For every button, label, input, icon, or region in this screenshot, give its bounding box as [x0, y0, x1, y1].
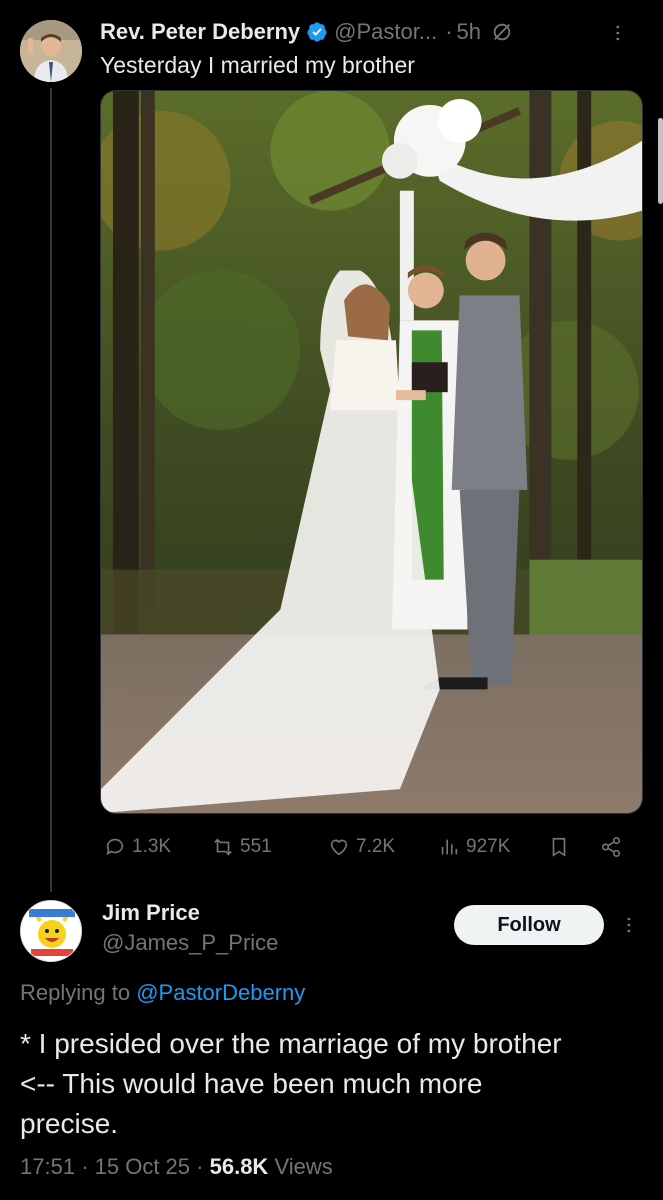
- reply-button[interactable]: 1.3K: [104, 836, 171, 858]
- author-handle[interactable]: @Pastor...: [334, 19, 437, 45]
- reply-more-options-icon[interactable]: ···: [615, 915, 643, 933]
- meta-separator: ·: [196, 1154, 204, 1179]
- meta-separator: ·: [81, 1154, 89, 1179]
- like-count: 7.2K: [356, 836, 396, 857]
- views-count: 927K: [466, 836, 511, 857]
- views-button[interactable]: 927K: [438, 836, 510, 858]
- reply-author-handle[interactable]: @James_P_Price: [102, 930, 278, 956]
- separator-dot: ·: [445, 19, 453, 44]
- replying-prefix: Replying to: [20, 980, 131, 1005]
- share-icon: [601, 837, 621, 857]
- bookmark-icon: [552, 837, 566, 857]
- wedding-photo: [101, 91, 642, 813]
- repost-button[interactable]: 551: [212, 836, 272, 858]
- reply-count: 1.3K: [132, 836, 172, 857]
- post-action-bar: 1.3K 551 7.2K 927K: [100, 830, 645, 864]
- post-text: Yesterday I married my brother: [100, 52, 415, 78]
- repost-icon: [214, 838, 232, 856]
- follow-button[interactable]: Follow: [454, 905, 604, 945]
- reply-text: * I presided over the marriage of my bro…: [20, 1028, 562, 1139]
- replying-to-link[interactable]: @PastorDeberny: [136, 980, 305, 1005]
- grok-icon[interactable]: [491, 21, 513, 43]
- repost-count: 551: [240, 836, 272, 857]
- reply-author-name[interactable]: Jim Price: [102, 900, 200, 926]
- more-options-icon[interactable]: ···: [604, 23, 632, 41]
- reply-author-avatar[interactable]: [20, 900, 82, 962]
- post-header: Rev. Peter Deberny @Pastor... · 5h ···: [100, 16, 645, 48]
- thread-connector-line: [50, 88, 52, 892]
- views-chart-icon: [441, 839, 458, 855]
- like-button[interactable]: 7.2K: [328, 836, 395, 858]
- replying-to-line: Replying to @PastorDeberny: [20, 980, 305, 1006]
- post-media-photo[interactable]: [100, 90, 643, 814]
- reply-meta: 17:51 · 15 Oct 25 · 56.8K Views: [20, 1154, 333, 1180]
- reply-date[interactable]: 15 Oct 25: [95, 1154, 190, 1179]
- heart-icon: [330, 839, 348, 856]
- bookmark-button[interactable]: [548, 836, 570, 858]
- share-button[interactable]: [600, 836, 622, 858]
- post-time[interactable]: 5h: [457, 19, 481, 45]
- reply-views-label: Views: [274, 1154, 333, 1179]
- scrollbar-thumb[interactable]: [658, 118, 663, 204]
- reply-time[interactable]: 17:51: [20, 1154, 75, 1179]
- author-avatar[interactable]: [20, 20, 82, 82]
- verified-badge-icon: [306, 21, 328, 43]
- reply-icon: [106, 838, 124, 855]
- reply-views-count[interactable]: 56.8K: [210, 1154, 269, 1179]
- author-name[interactable]: Rev. Peter Deberny: [100, 19, 300, 45]
